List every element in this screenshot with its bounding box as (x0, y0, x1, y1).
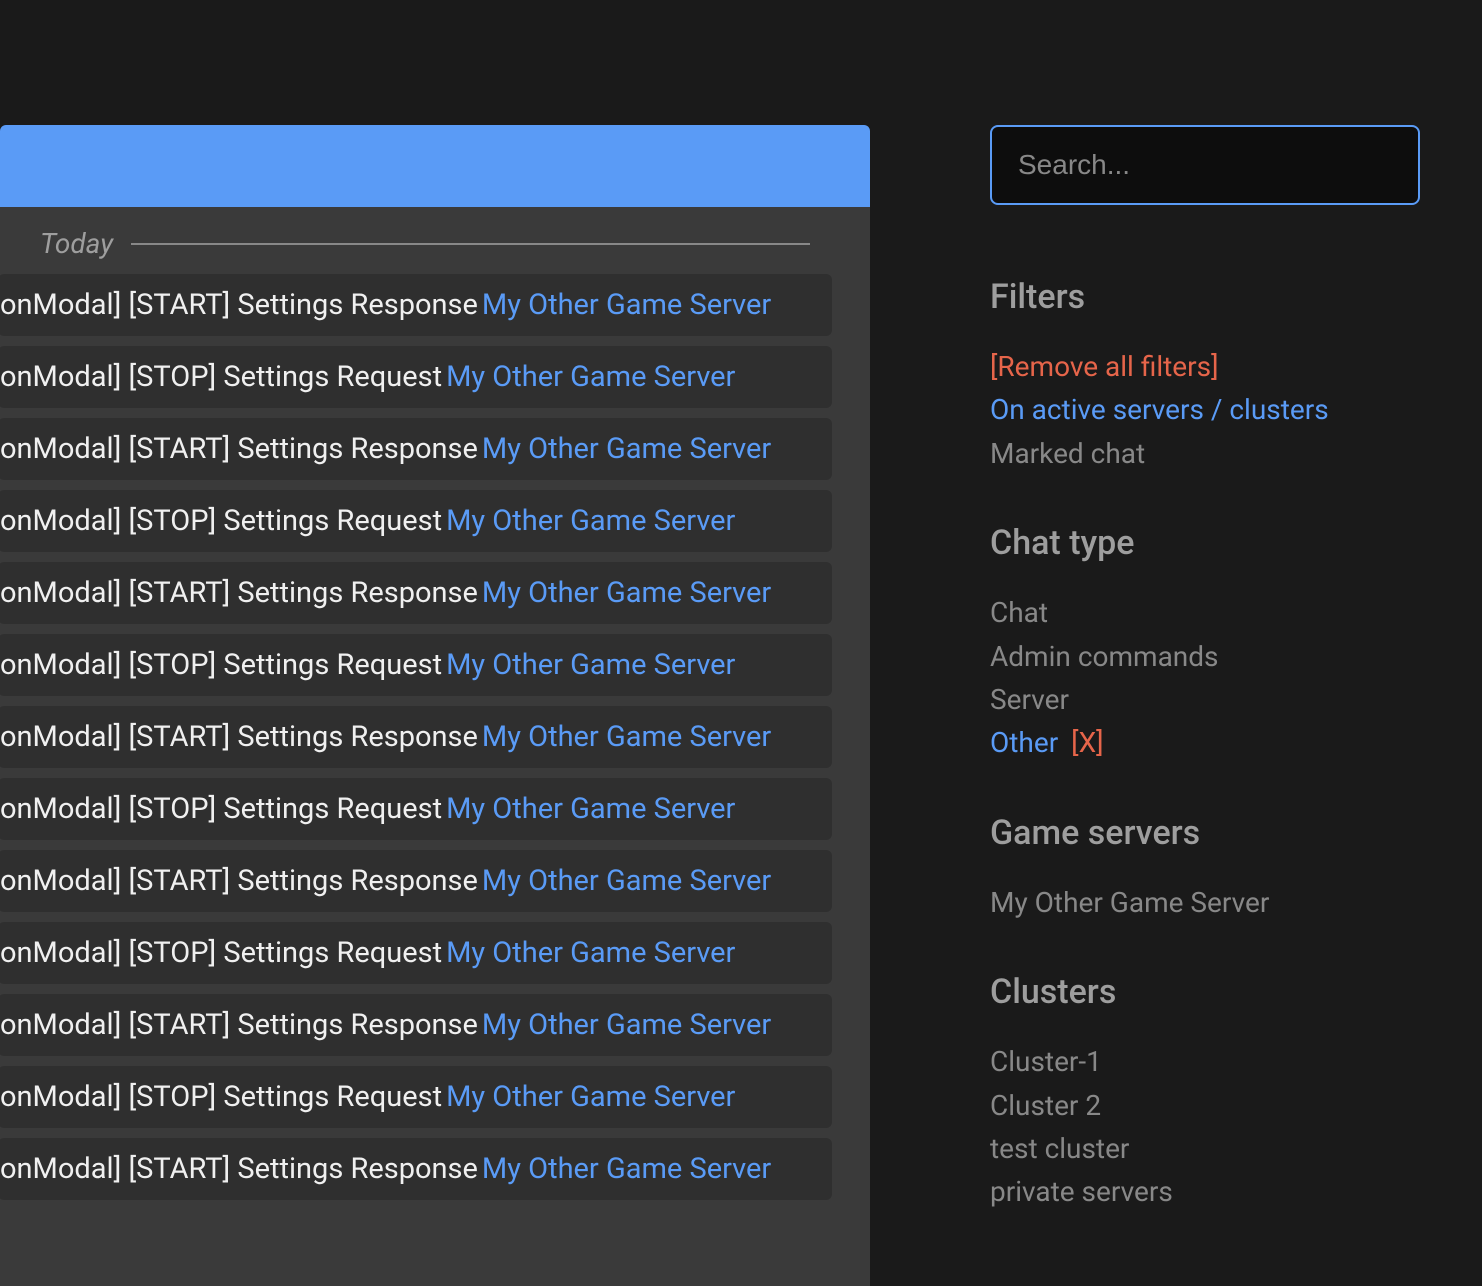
search-input[interactable] (990, 125, 1420, 205)
log-row[interactable]: onModal] [STOP] Settings RequestMy Other… (0, 922, 832, 984)
clusters-title: Clusters (990, 972, 1442, 1012)
log-message: onModal] [STOP] Settings Request (0, 648, 442, 682)
game-servers-title: Game servers (990, 813, 1442, 853)
log-row[interactable]: onModal] [START] Settings ResponseMy Oth… (0, 994, 832, 1056)
log-message: onModal] [STOP] Settings Request (0, 504, 442, 538)
log-server-link[interactable]: My Other Game Server (482, 1152, 771, 1186)
chat-type-other[interactable]: Other [X] (990, 721, 1442, 764)
log-server-link[interactable]: My Other Game Server (482, 720, 771, 754)
log-server-link[interactable]: My Other Game Server (482, 1008, 771, 1042)
log-header-bar (0, 125, 870, 207)
game-servers-list: My Other Game Server (990, 881, 1442, 924)
log-message: onModal] [STOP] Settings Request (0, 936, 442, 970)
log-server-link[interactable]: My Other Game Server (446, 648, 735, 682)
log-row[interactable]: onModal] [START] Settings ResponseMy Oth… (0, 706, 832, 768)
log-message: onModal] [STOP] Settings Request (0, 1080, 442, 1114)
log-message: onModal] [STOP] Settings Request (0, 792, 442, 826)
log-server-link[interactable]: My Other Game Server (446, 1080, 735, 1114)
log-message: onModal] [START] Settings Response (0, 720, 478, 754)
log-rows: onModal] [START] Settings ResponseMy Oth… (0, 274, 870, 1200)
log-message: onModal] [START] Settings Response (0, 1008, 478, 1042)
log-row[interactable]: onModal] [START] Settings ResponseMy Oth… (0, 418, 832, 480)
log-body: Today onModal] [START] Settings Response… (0, 207, 870, 1286)
log-server-link[interactable]: My Other Game Server (482, 864, 771, 898)
cluster-item[interactable]: private servers (990, 1170, 1442, 1213)
log-message: onModal] [START] Settings Response (0, 432, 478, 466)
log-server-link[interactable]: My Other Game Server (446, 792, 735, 826)
chat-type-admin[interactable]: Admin commands (990, 635, 1442, 678)
log-row[interactable]: onModal] [START] Settings ResponseMy Oth… (0, 274, 832, 336)
app-container: Today onModal] [START] Settings Response… (0, 0, 1482, 1286)
chat-type-title: Chat type (990, 523, 1442, 563)
date-separator-label: Today (40, 227, 113, 260)
log-row[interactable]: onModal] [STOP] Settings RequestMy Other… (0, 490, 832, 552)
log-row[interactable]: onModal] [START] Settings ResponseMy Oth… (0, 850, 832, 912)
cluster-item[interactable]: test cluster (990, 1127, 1442, 1170)
remove-all-filters-link[interactable]: [Remove all filters] (990, 345, 1442, 388)
filters-title: Filters (990, 277, 1442, 317)
log-server-link[interactable]: My Other Game Server (482, 432, 771, 466)
clusters-list: Cluster-1Cluster 2test clusterprivate se… (990, 1040, 1442, 1214)
log-row[interactable]: onModal] [STOP] Settings RequestMy Other… (0, 1066, 832, 1128)
active-servers-filter-link[interactable]: On active servers / clusters (990, 388, 1442, 431)
log-message: onModal] [START] Settings Response (0, 864, 478, 898)
cluster-item[interactable]: Cluster 2 (990, 1084, 1442, 1127)
log-server-link[interactable]: My Other Game Server (446, 360, 735, 394)
log-message: onModal] [START] Settings Response (0, 1152, 478, 1186)
side-panel: Filters [Remove all filters] On active s… (870, 125, 1482, 1286)
chat-type-chat[interactable]: Chat (990, 591, 1442, 634)
cluster-item[interactable]: Cluster-1 (990, 1040, 1442, 1083)
log-row[interactable]: onModal] [STOP] Settings RequestMy Other… (0, 634, 832, 696)
chat-type-other-remove[interactable]: [X] (1071, 726, 1103, 759)
log-message: onModal] [START] Settings Response (0, 288, 478, 322)
date-separator: Today (0, 207, 870, 274)
log-server-link[interactable]: My Other Game Server (446, 504, 735, 538)
log-message: onModal] [START] Settings Response (0, 576, 478, 610)
log-row[interactable]: onModal] [START] Settings ResponseMy Oth… (0, 1138, 832, 1200)
date-separator-line (131, 243, 810, 245)
log-server-link[interactable]: My Other Game Server (482, 288, 771, 322)
chat-type-other-label: Other (990, 726, 1058, 759)
log-row[interactable]: onModal] [STOP] Settings RequestMy Other… (0, 778, 832, 840)
log-row[interactable]: onModal] [STOP] Settings RequestMy Other… (0, 346, 832, 408)
log-message: onModal] [STOP] Settings Request (0, 360, 442, 394)
log-server-link[interactable]: My Other Game Server (482, 576, 771, 610)
log-panel: Today onModal] [START] Settings Response… (0, 125, 870, 1286)
log-row[interactable]: onModal] [START] Settings ResponseMy Oth… (0, 562, 832, 624)
chat-type-server[interactable]: Server (990, 678, 1442, 721)
log-server-link[interactable]: My Other Game Server (446, 936, 735, 970)
marked-chat-filter-link[interactable]: Marked chat (990, 432, 1442, 475)
game-server-item[interactable]: My Other Game Server (990, 881, 1442, 924)
